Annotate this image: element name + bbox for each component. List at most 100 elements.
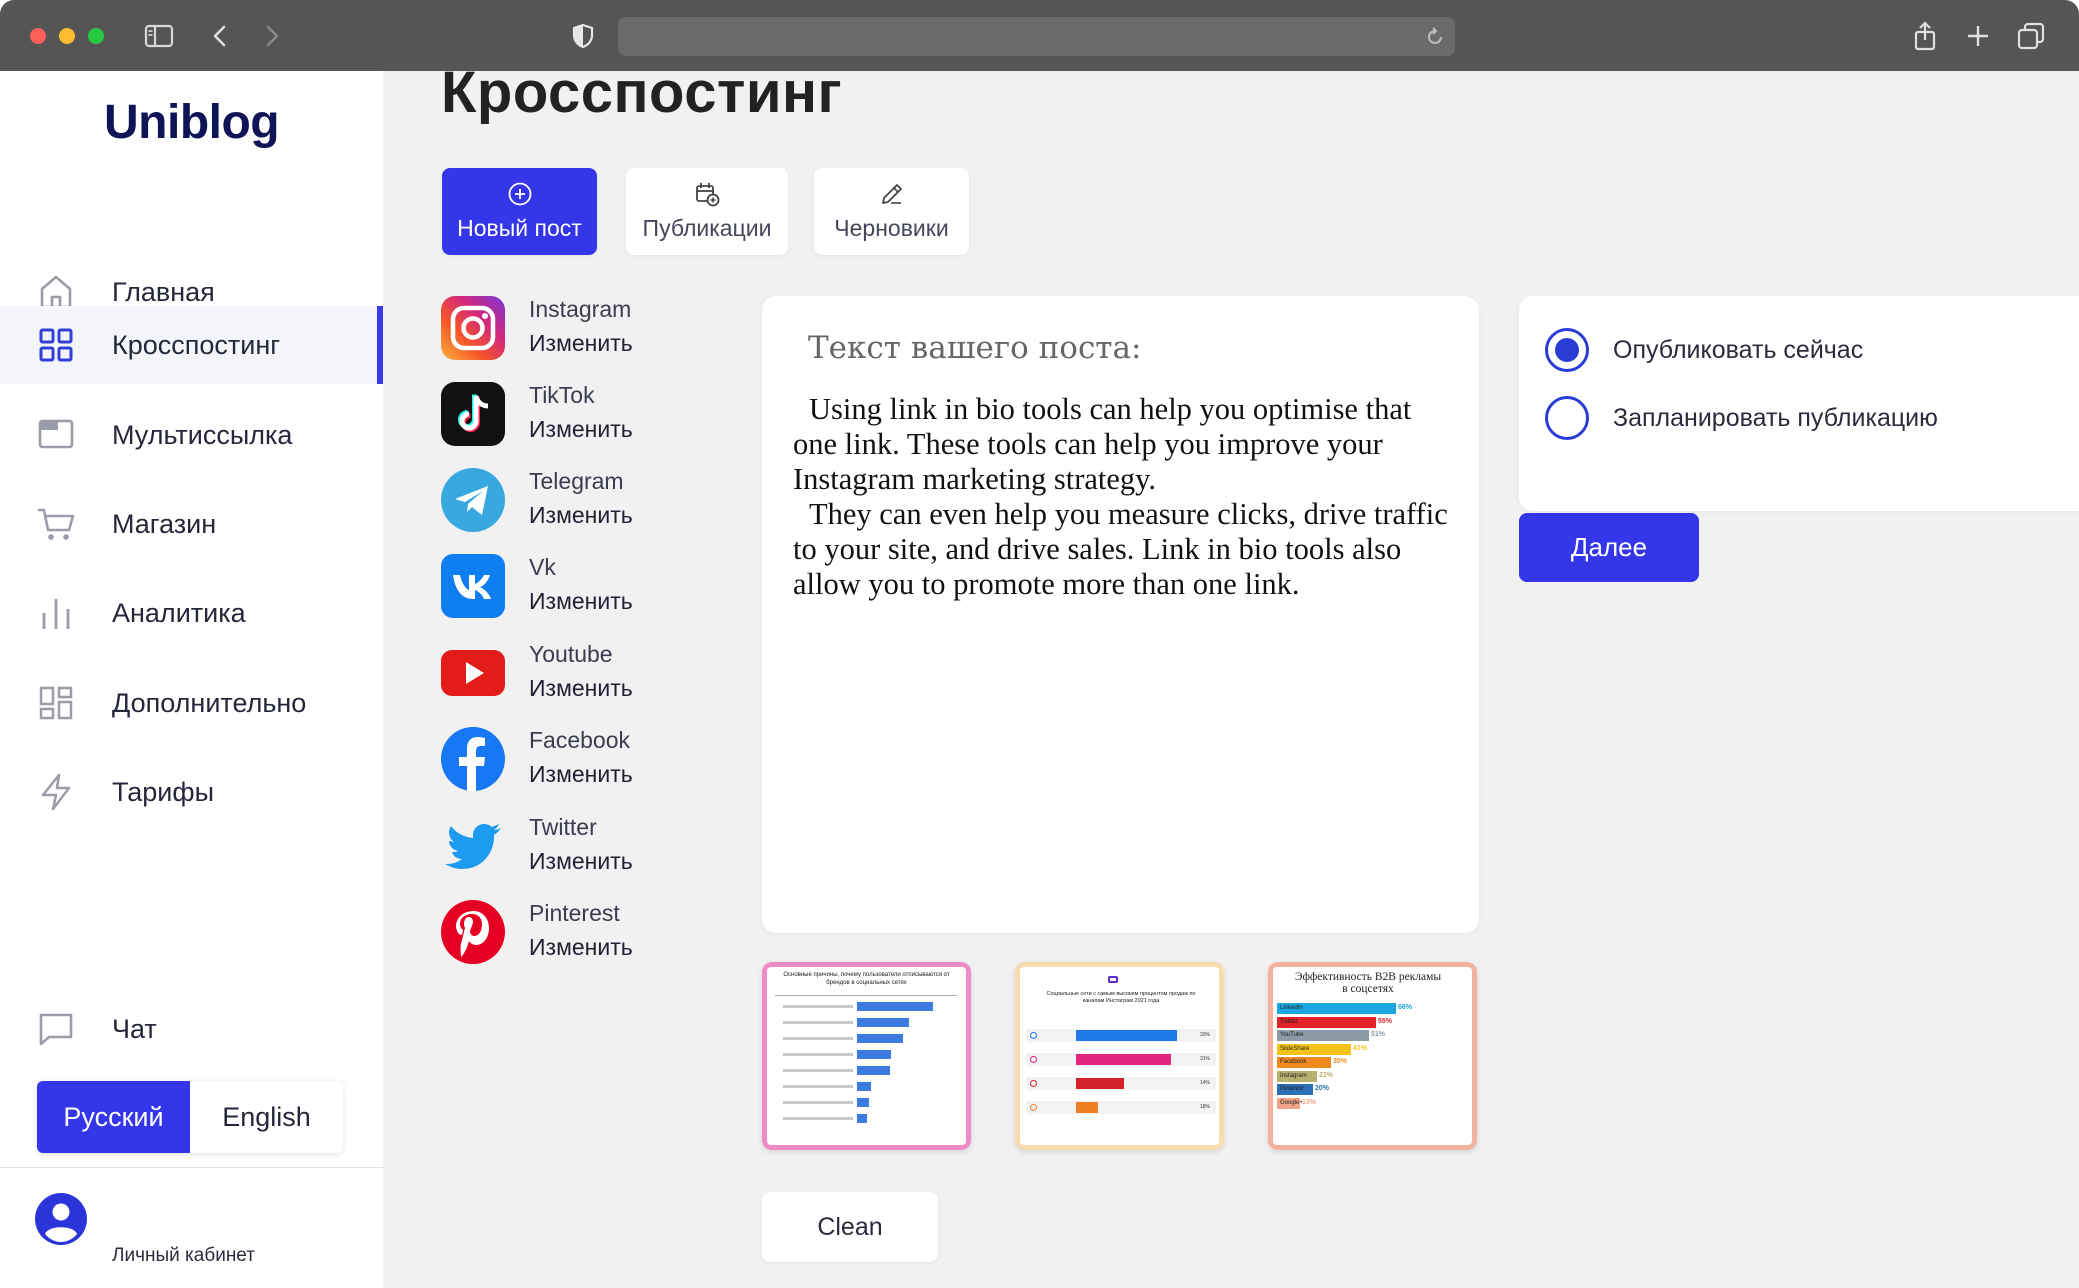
- thumbnail-bar: [1076, 1078, 1124, 1089]
- language-switcher: Русский English: [37, 1081, 343, 1153]
- network-edit-link[interactable]: Изменить: [529, 761, 633, 788]
- thumbnail-bar: [1076, 1054, 1171, 1065]
- thumbnail-row-label: [783, 1037, 853, 1040]
- sidebar-toggle-icon[interactable]: [143, 20, 175, 52]
- sidebar-item-extra[interactable]: Дополнительно: [0, 664, 383, 742]
- maximize-window-button[interactable]: [88, 28, 104, 44]
- sidebar-item-crossposting[interactable]: Кросспостинг: [0, 306, 383, 384]
- chat-bubble-icon: [36, 1009, 76, 1049]
- thumbnail-bar: [857, 1114, 867, 1123]
- schedule-publish-label[interactable]: Запланировать публикацию: [1613, 404, 1938, 433]
- thumbnail-row-icon: [1030, 1080, 1037, 1087]
- thumbnail-image: Основные причины, почему пользователи от…: [767, 967, 966, 1145]
- cart-icon: [36, 504, 76, 544]
- network-twitter[interactable]: Twitter Изменить: [441, 814, 721, 884]
- network-edit-link[interactable]: Изменить: [529, 416, 633, 443]
- sidebar-item-shop[interactable]: Магазин: [0, 485, 383, 563]
- telegram-icon: [441, 468, 505, 532]
- network-pinterest[interactable]: Pinterest Изменить: [441, 900, 721, 970]
- share-icon[interactable]: [1910, 20, 1940, 52]
- network-tiktok[interactable]: TikTok Изменить: [441, 382, 721, 452]
- post-paragraph: They can even help you measure clicks, d…: [793, 497, 1448, 601]
- network-edit-link[interactable]: Изменить: [529, 675, 633, 702]
- forward-arrow-icon[interactable]: [260, 20, 284, 52]
- brand-logo-icon: [1108, 976, 1118, 983]
- personal-account-link[interactable]: Личный кабинет: [112, 1245, 255, 1267]
- tab-new-post[interactable]: Новый пост: [442, 168, 597, 255]
- sidebar: Uniblog Главная Кросспостинг Мультиссылк…: [0, 71, 383, 1288]
- network-instagram[interactable]: Instagram Изменить: [441, 296, 721, 366]
- new-tab-plus-icon[interactable]: [1963, 20, 1993, 52]
- thumbnail-row-label: Pinterest: [1280, 1086, 1304, 1092]
- thumbnail-bar: [857, 1082, 871, 1091]
- pencil-icon: [879, 181, 905, 207]
- network-telegram[interactable]: Telegram Изменить: [441, 468, 721, 538]
- network-name: Vk: [529, 554, 556, 580]
- tab-publications[interactable]: Публикации: [626, 168, 788, 255]
- language-russian-button[interactable]: Русский: [37, 1081, 190, 1153]
- network-name: TikTok: [529, 382, 595, 408]
- network-youtube[interactable]: Youtube Изменить: [441, 641, 721, 711]
- network-vk[interactable]: Vk Изменить: [441, 554, 721, 624]
- schedule-publish-radio[interactable]: [1545, 396, 1589, 440]
- tabs-overview-icon[interactable]: [2016, 20, 2046, 52]
- sidebar-item-chat[interactable]: Чат: [0, 990, 383, 1068]
- facebook-icon: [441, 727, 505, 791]
- thumbnail-row-label: [783, 1069, 853, 1072]
- network-edit-link[interactable]: Изменить: [529, 330, 633, 357]
- thumbnail-percent: 55%: [1378, 1017, 1393, 1025]
- thumbnail-row-label: Google+: [1280, 1099, 1303, 1106]
- main-content: Кросспостинг Новый пост Публикации Черно…: [383, 60, 2079, 1288]
- sidebar-item-analytics[interactable]: Аналитика: [0, 574, 383, 652]
- network-edit-link[interactable]: Изменить: [529, 588, 633, 615]
- thumbnail-bar: [857, 1050, 891, 1059]
- close-window-button[interactable]: [30, 28, 46, 44]
- thumbnail-row-label: [783, 1021, 853, 1024]
- network-edit-link[interactable]: Изменить: [529, 934, 633, 961]
- reload-icon[interactable]: [1421, 21, 1449, 53]
- thumbnail-row: [1026, 1101, 1216, 1114]
- app-logo[interactable]: Uniblog: [104, 95, 280, 150]
- twitter-bird-icon: [441, 814, 505, 878]
- dashboard-icon: [36, 683, 76, 723]
- thumbnail-row-label: [783, 1005, 853, 1008]
- sidebar-item-tariffs[interactable]: Тарифы: [0, 753, 383, 831]
- thumbnail-row-label: [783, 1101, 853, 1104]
- tab-drafts[interactable]: Черновики: [814, 168, 969, 255]
- thumbnail-percent: 22%: [1319, 1071, 1334, 1079]
- network-edit-link[interactable]: Изменить: [529, 848, 633, 875]
- sidebar-item-label: Главная: [112, 276, 215, 307]
- sidebar-item-multilink[interactable]: Мультиссылка: [0, 396, 383, 474]
- attached-image-thumbnail[interactable]: Социальные сети с самым высоким проценто…: [1015, 962, 1224, 1150]
- language-english-button[interactable]: English: [190, 1081, 343, 1153]
- browser-window: Uniblog Главная Кросспостинг Мультиссылк…: [0, 0, 2079, 1288]
- attached-image-thumbnail[interactable]: Основные причины, почему пользователи от…: [762, 962, 971, 1150]
- user-avatar-icon[interactable]: [34, 1192, 88, 1246]
- post-editor[interactable]: Текст вашего поста: Using link in bio to…: [762, 296, 1479, 933]
- thumbnail-row-label: Instagram: [1280, 1072, 1307, 1079]
- address-bar[interactable]: [618, 17, 1455, 56]
- network-name: Telegram: [529, 468, 624, 494]
- thumbnail-bar: [857, 1066, 890, 1075]
- network-facebook[interactable]: Facebook Изменить: [441, 727, 721, 797]
- sidebar-item-label: Аналитика: [112, 597, 246, 628]
- publish-now-radio[interactable]: [1545, 328, 1589, 372]
- browser-window-icon: [36, 415, 76, 455]
- privacy-shield-icon[interactable]: [570, 20, 596, 52]
- tab-label: Черновики: [834, 215, 949, 241]
- clean-button[interactable]: Clean: [762, 1192, 938, 1262]
- sidebar-item-label: Мультиссылка: [112, 419, 293, 450]
- next-button[interactable]: Далее: [1519, 513, 1699, 582]
- thumbnail-row-label: Facebook: [1280, 1059, 1307, 1065]
- network-name: Facebook: [529, 727, 631, 753]
- thumbnail-bar: [857, 1034, 903, 1043]
- thumbnail-image: Эффективность B2B рекламы в соцсетях Lin…: [1273, 967, 1472, 1145]
- post-text-area[interactable]: Using link in bio tools can help you opt…: [793, 392, 1453, 602]
- back-arrow-icon[interactable]: [208, 20, 232, 52]
- minimize-window-button[interactable]: [59, 28, 75, 44]
- network-edit-link[interactable]: Изменить: [529, 502, 633, 529]
- publish-now-label[interactable]: Опубликовать сейчас: [1613, 336, 1863, 365]
- publish-options-panel: Опубликовать сейчас Запланировать публик…: [1519, 296, 2079, 511]
- instagram-icon: [441, 296, 505, 360]
- attached-image-thumbnail[interactable]: Эффективность B2B рекламы в соцсетях Lin…: [1268, 962, 1477, 1150]
